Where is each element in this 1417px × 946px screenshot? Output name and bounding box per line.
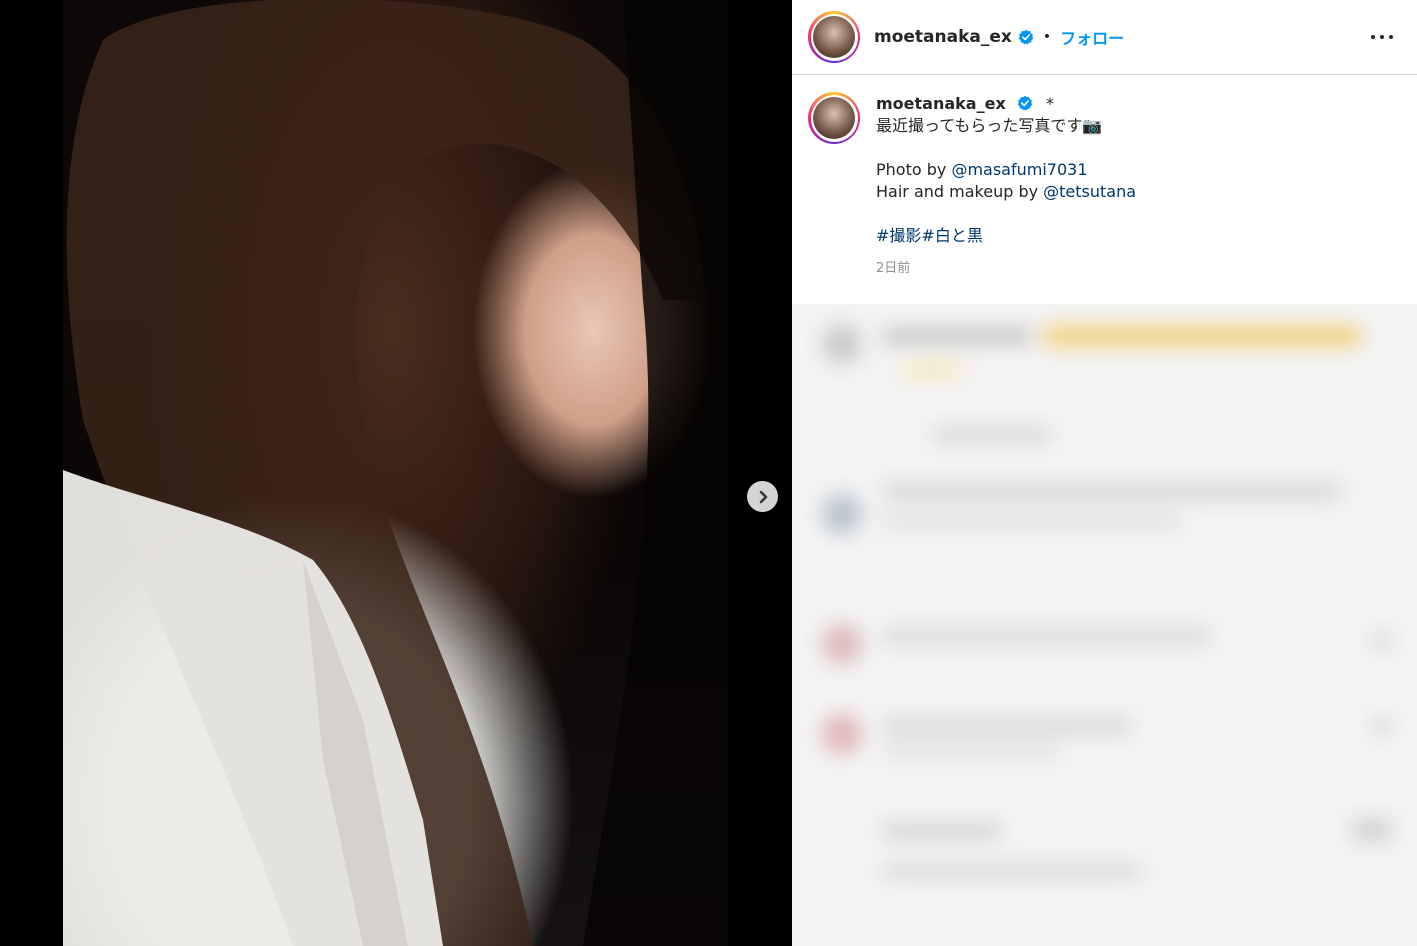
- more-options-button[interactable]: [1371, 27, 1393, 47]
- verified-badge-icon: [1018, 29, 1034, 45]
- hair-credit-link[interactable]: @tetsutana: [1043, 182, 1136, 201]
- blurred-comments-area: [792, 304, 1417, 946]
- post-panel: moetanaka_ex • フォロー moetanaka_ex * 最近撮って…: [792, 0, 1417, 946]
- photo-credit-link[interactable]: @masafumi7031: [951, 160, 1087, 179]
- post-media: [0, 0, 792, 946]
- hair-credit-prefix: Hair and makeup by: [876, 182, 1044, 201]
- chevron-right-icon: [759, 490, 767, 503]
- photo-placeholder-illustration: [63, 0, 728, 946]
- avatar[interactable]: [808, 11, 860, 63]
- more-horizontal-icon: [1371, 35, 1375, 39]
- header-separator: •: [1042, 29, 1052, 45]
- caption-avatar[interactable]: [808, 92, 860, 144]
- hashtag-link[interactable]: #撮影: [876, 226, 921, 245]
- post-photo[interactable]: [63, 0, 728, 946]
- photo-credit-prefix: Photo by: [876, 160, 952, 179]
- caption-asterisk: *: [1045, 94, 1054, 113]
- verified-badge-icon: [1017, 95, 1033, 111]
- caption-line-1: 最近撮ってもらった写真です📷: [876, 116, 1103, 135]
- caption: moetanaka_ex * 最近撮ってもらった写真です📷 Photo by @…: [792, 75, 1417, 303]
- hashtag-link[interactable]: #白と黒: [921, 226, 982, 245]
- post-timestamp[interactable]: 2日前: [876, 257, 1401, 276]
- caption-hashtags: #撮影#白と黒: [876, 225, 1401, 247]
- header-username[interactable]: moetanaka_ex: [874, 27, 1012, 47]
- caption-username[interactable]: moetanaka_ex: [876, 94, 1006, 113]
- caption-photo-credit-line: Photo by @masafumi7031: [876, 159, 1401, 181]
- next-photo-button[interactable]: [747, 481, 778, 512]
- post-header: moetanaka_ex • フォロー: [792, 0, 1417, 75]
- caption-hair-credit-line: Hair and makeup by @tetsutana: [876, 181, 1401, 203]
- follow-button[interactable]: フォロー: [1060, 25, 1124, 49]
